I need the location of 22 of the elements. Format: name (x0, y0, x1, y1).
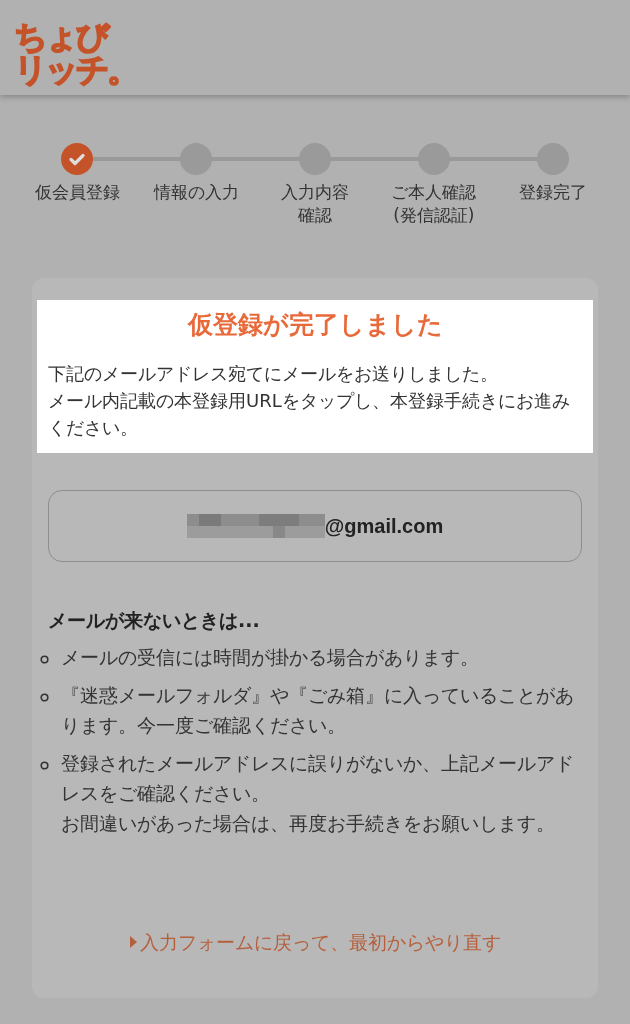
help-item: メールの受信には時間が掛かる場合があります。 (61, 645, 479, 670)
step-label: 確認 (298, 204, 332, 227)
help-item: お間違いがあった場合は、再度お手続きをお願いします。 (61, 811, 556, 836)
notice-title: 仮登録が完了しました (186, 309, 444, 341)
help-heading: メールが来ないときは... (48, 608, 261, 633)
step-label: ご本人確認 (391, 181, 477, 204)
bullet-icon (40, 760, 49, 770)
bullet-icon (40, 654, 49, 664)
notice-text: 下記のメールアドレス宛てにメールをお送りしました。 (48, 362, 499, 386)
caret-icon (129, 935, 137, 948)
restart-link[interactable]: 入力フォームに戻って、最初からやり直す (129, 927, 501, 956)
help-item: 『迷惑メールフォルダ』や『ごみ箱』に入っていることがあります。今一度ご確認ください。 (61, 683, 575, 738)
help-item: 登録されたメールアドレスに誤りがないか、上記メールアドレスをご確認ください。 (61, 751, 575, 806)
step-label: 入力内容 (281, 181, 349, 204)
step-label: (発信認証) (393, 204, 475, 227)
step-label: 登録完了 (518, 181, 587, 204)
bullet-icon (40, 692, 49, 702)
step-label: 仮会員登録 (34, 181, 120, 204)
email-address: @gmail.com (324, 514, 444, 539)
step-label: 情報の入力 (153, 181, 239, 204)
notice-text: メール内記載の本登録用URLをタップし、本登録手続きにお進みください。 (48, 389, 571, 440)
logo[interactable]: ちょび リッチ。 (14, 20, 137, 86)
